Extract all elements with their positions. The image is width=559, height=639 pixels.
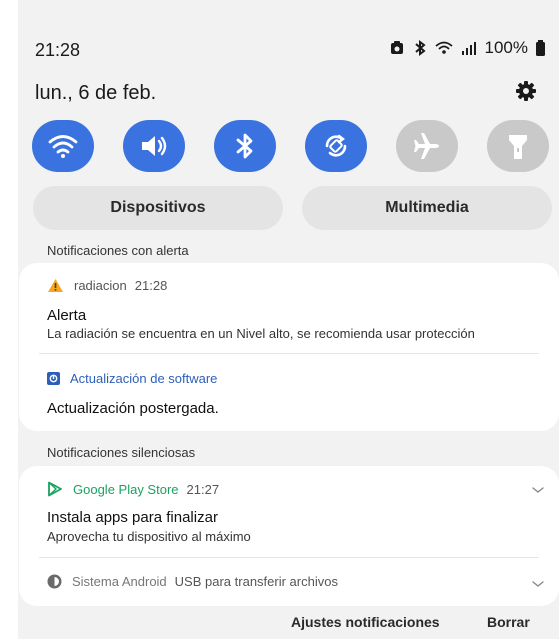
android-system-icon bbox=[47, 574, 62, 589]
clear-button[interactable]: Borrar bbox=[487, 614, 530, 630]
software-update-icon bbox=[47, 372, 60, 385]
play-store-app-name: Google Play Store bbox=[73, 481, 179, 497]
bluetooth-icon bbox=[236, 133, 253, 159]
settings-gear-icon[interactable] bbox=[515, 80, 537, 107]
date-label: lun., 6 de feb. bbox=[35, 82, 157, 104]
screenshot-icon bbox=[390, 41, 403, 54]
devices-button[interactable]: Dispositivos bbox=[33, 186, 283, 230]
bluetooth-status-icon bbox=[414, 40, 426, 56]
play-store-app-line: Google Play Store 21:27 bbox=[47, 481, 219, 497]
play-store-body: Aprovecha tu dispositivo al máximo bbox=[47, 529, 251, 544]
airplane-toggle[interactable] bbox=[396, 120, 458, 172]
software-update-title: Actualización postergada. bbox=[47, 400, 219, 417]
android-system-app-name: Sistema Android bbox=[72, 574, 167, 589]
google-play-icon bbox=[48, 481, 62, 497]
flashlight-toggle[interactable] bbox=[487, 120, 549, 172]
airplane-icon bbox=[414, 133, 439, 159]
sound-icon bbox=[142, 136, 167, 156]
wifi-status-icon bbox=[434, 41, 453, 54]
flashlight-icon bbox=[509, 135, 527, 159]
software-update-line: Actualización de software bbox=[47, 371, 217, 386]
notification-app-line: radiacion 21:28 bbox=[47, 278, 167, 293]
card-divider bbox=[39, 353, 539, 354]
alert-section-heading: Notificaciones con alerta bbox=[47, 243, 189, 258]
bluetooth-toggle[interactable] bbox=[214, 120, 276, 172]
signal-icon bbox=[461, 42, 476, 55]
battery-percent: 100% bbox=[484, 38, 528, 57]
sound-toggle[interactable] bbox=[123, 120, 185, 172]
software-update-app-name: Actualización de software bbox=[70, 371, 218, 386]
silent-notification-card[interactable]: Google Play Store 21:27 Instala apps par… bbox=[19, 466, 559, 606]
card-divider bbox=[39, 557, 539, 558]
auto-rotate-toggle[interactable] bbox=[305, 120, 367, 172]
android-system-summary: USB para transferir archivos bbox=[174, 574, 338, 589]
status-time: 21:28 bbox=[35, 40, 81, 60]
status-icons: 100% bbox=[389, 38, 545, 58]
play-store-title: Instala apps para finalizar bbox=[47, 509, 218, 526]
expand-chevron-icon[interactable] bbox=[531, 576, 545, 594]
play-store-time: 21:27 bbox=[186, 481, 220, 497]
battery-icon bbox=[536, 40, 545, 56]
notification-app-name: radiacion bbox=[74, 278, 127, 293]
warning-icon bbox=[48, 279, 63, 292]
wifi-toggle[interactable] bbox=[32, 120, 94, 172]
media-button[interactable]: Multimedia bbox=[302, 186, 552, 230]
android-system-line: Sistema Android USB para transferir arch… bbox=[47, 574, 338, 589]
notification-time: 21:28 bbox=[134, 278, 168, 293]
wifi-icon bbox=[48, 135, 78, 158]
notification-settings-button[interactable]: Ajustes notificaciones bbox=[291, 614, 440, 630]
notification-body: La radiación se encuentra en un Nivel al… bbox=[47, 326, 475, 341]
alert-notification-card[interactable]: radiacion 21:28 Alerta La radiación se e… bbox=[19, 263, 559, 431]
auto-rotate-icon bbox=[325, 134, 347, 157]
expand-chevron-icon[interactable] bbox=[531, 482, 545, 500]
silent-section-heading: Notificaciones silenciosas bbox=[47, 445, 196, 460]
notification-title: Alerta bbox=[47, 307, 87, 324]
quick-settings-row bbox=[32, 120, 549, 172]
